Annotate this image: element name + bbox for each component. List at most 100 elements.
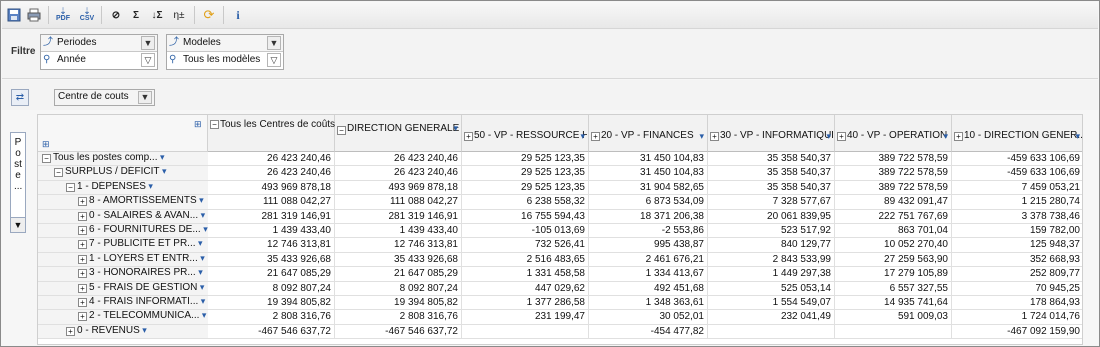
chevron-down-icon[interactable]: ▾: [1075, 131, 1080, 142]
expand-icon[interactable]: +: [78, 312, 87, 322]
table-cell: 281 319 146,91: [335, 209, 462, 224]
column-header[interactable]: +10 - DIRECTION GENER... ▾: [952, 115, 1082, 152]
chevron-down-icon[interactable]: ▾: [197, 282, 205, 292]
expand-all-rows-icon[interactable]: ⊞: [42, 139, 50, 150]
expand-icon[interactable]: +: [954, 132, 963, 141]
modeles-filter[interactable]: ⤴ Modeles ▼ ⚲ Tous les modèles ▽: [166, 34, 284, 70]
modeles-value-row[interactable]: ⚲ Tous les modèles ▽: [167, 52, 283, 69]
chevron-down-icon[interactable]: ▾: [201, 224, 208, 234]
collapse-icon[interactable]: −: [210, 120, 219, 129]
row-header[interactable]: +7 - PUBLICITE ET PR... ▾: [38, 238, 208, 253]
row-header[interactable]: +0 - SALAIRES & AVAN... ▾: [38, 209, 208, 224]
expand-icon[interactable]: +: [78, 269, 87, 279]
periodes-value-row[interactable]: ⚲ Année ▽: [41, 52, 157, 69]
expand-icon[interactable]: +: [591, 132, 600, 141]
chevron-down-icon[interactable]: ▾: [198, 253, 205, 263]
column-header-all-centres[interactable]: − Tous les Centres de coûts: [208, 115, 335, 152]
row-header[interactable]: − SURPLUS / DÉFICIT ▾: [38, 166, 208, 181]
collapse-icon[interactable]: −: [66, 182, 75, 192]
table-cell: 525 053,14: [708, 281, 835, 296]
export-pdf-icon[interactable]: ⇣ PDF: [55, 7, 71, 23]
hide-zero-icon[interactable]: ⊘: [108, 7, 124, 23]
row-header[interactable]: +8 - AMORTISSEMENTS ▾: [38, 195, 208, 210]
chevron-down-icon[interactable]: ▾: [453, 123, 458, 134]
collapse-icon[interactable]: −: [54, 168, 63, 178]
table-cell: 389 722 578,59: [835, 152, 952, 167]
column-header[interactable]: +40 - VP - OPÉRATION ▾: [835, 115, 952, 152]
chevron-down-icon[interactable]: ▽: [267, 53, 281, 67]
chevron-down-icon[interactable]: ▾: [196, 267, 203, 277]
row-header[interactable]: +2 - TELECOMMUNICA... ▾: [38, 310, 208, 325]
expand-icon[interactable]: +: [464, 132, 473, 141]
expand-icon[interactable]: +: [78, 211, 87, 221]
expand-icon[interactable]: +: [837, 132, 846, 141]
column-header[interactable]: +20 - VP - FINANCES ▾: [589, 115, 708, 152]
table-cell: 111 088 042,27: [208, 195, 335, 210]
hierarchy-icon: ⤴: [169, 37, 179, 48]
chevron-down-icon[interactable]: ▾: [158, 152, 165, 162]
table-cell: 222 751 767,69: [835, 209, 952, 224]
periodes-title: Periodes: [57, 37, 97, 48]
chevron-down-icon[interactable]: ▾: [699, 131, 704, 142]
csv-label: CSV: [79, 15, 95, 22]
chevron-down-icon[interactable]: ▾: [198, 210, 206, 220]
chevron-down-icon[interactable]: ▽: [141, 53, 155, 67]
table-cell: 493 969 878,18: [335, 180, 462, 196]
chevron-down-icon[interactable]: ▾: [826, 131, 831, 142]
row-header[interactable]: +1 - LOYERS ET ENTR... ▾: [38, 252, 208, 268]
print-icon[interactable]: [26, 7, 42, 23]
expand-icon[interactable]: +: [66, 326, 75, 336]
row-header[interactable]: − Tous les postes comp... ▾: [38, 152, 208, 167]
table-cell: 10 052 270,40: [835, 238, 952, 253]
expand-icon[interactable]: +: [78, 254, 87, 264]
nullfilter-icon[interactable]: η±: [170, 7, 188, 23]
funnel-icon[interactable]: ▼: [267, 36, 281, 50]
column-header[interactable]: − DIRECTION GENERALE ▾: [335, 115, 462, 152]
chevron-down-icon[interactable]: ▾: [943, 131, 948, 142]
chevron-down-icon[interactable]: ▾: [198, 296, 206, 306]
row-header[interactable]: +4 - FRAIS INFORMATI... ▾: [38, 296, 208, 311]
row-header[interactable]: +6 - FOURNITURES DE... ▾: [38, 224, 208, 239]
table-cell: 26 423 240,46: [208, 166, 335, 181]
column-header-label: DIRECTION GENERALE: [347, 123, 460, 134]
expand-icon[interactable]: +: [78, 283, 87, 293]
funnel-icon[interactable]: ▼: [10, 217, 26, 233]
sort-icon[interactable]: ↓Σ: [148, 7, 166, 23]
table-cell: 19 394 805,82: [208, 296, 335, 311]
refresh-icon[interactable]: ⟳: [201, 7, 217, 23]
expand-icon[interactable]: +: [710, 132, 719, 141]
column-field-centre-de-couts[interactable]: Centre de couts ▼: [54, 89, 155, 106]
expand-icon[interactable]: +: [78, 226, 87, 235]
table-cell: 12 746 313,81: [208, 238, 335, 253]
chevron-down-icon[interactable]: ▾: [196, 238, 203, 248]
chevron-down-icon[interactable]: ▾: [146, 181, 153, 191]
chevron-down-icon[interactable]: ▾: [197, 195, 204, 205]
save-icon[interactable]: [6, 7, 22, 23]
table-cell: -2 553,86: [589, 224, 708, 239]
expand-all-columns-icon[interactable]: ⊞: [194, 119, 202, 130]
row-header[interactable]: −1 - DÉPENSES ▾: [38, 180, 208, 196]
row-header-label: 0 - REVENUS: [77, 324, 140, 336]
expand-icon[interactable]: +: [78, 240, 87, 250]
row-header[interactable]: +5 - FRAIS DE GESTION ▾: [38, 281, 208, 296]
column-header[interactable]: +30 - VP - INFORMATIQUE ▾: [708, 115, 835, 152]
chevron-down-icon[interactable]: ▾: [580, 131, 585, 142]
swap-axes-icon[interactable]: ⇄: [11, 89, 29, 106]
collapse-icon[interactable]: −: [42, 154, 51, 163]
expand-icon[interactable]: +: [78, 197, 87, 207]
export-csv-icon[interactable]: ⇣ CSV: [79, 7, 95, 23]
periodes-filter[interactable]: ⤴ Periodes ▼ ⚲ Année ▽: [40, 34, 158, 70]
funnel-icon[interactable]: ▼: [141, 36, 155, 50]
collapse-icon[interactable]: −: [337, 126, 346, 135]
table-cell: 1 439 433,40: [208, 224, 335, 239]
chevron-down-icon[interactable]: ▾: [199, 310, 207, 320]
chevron-down-icon[interactable]: ▾: [159, 166, 167, 176]
row-header[interactable]: +0 - REVENUS ▾: [38, 324, 208, 340]
column-header[interactable]: +50 - VP - RESSOURCE H... ▾: [462, 115, 589, 152]
expand-icon[interactable]: +: [78, 298, 87, 307]
row-header[interactable]: +3 - HONORAIRES PR... ▾: [38, 267, 208, 282]
funnel-icon[interactable]: ▼: [138, 91, 152, 104]
sum-icon[interactable]: Σ: [128, 7, 144, 23]
chevron-down-icon[interactable]: ▾: [140, 325, 147, 335]
info-icon[interactable]: i: [230, 7, 246, 23]
